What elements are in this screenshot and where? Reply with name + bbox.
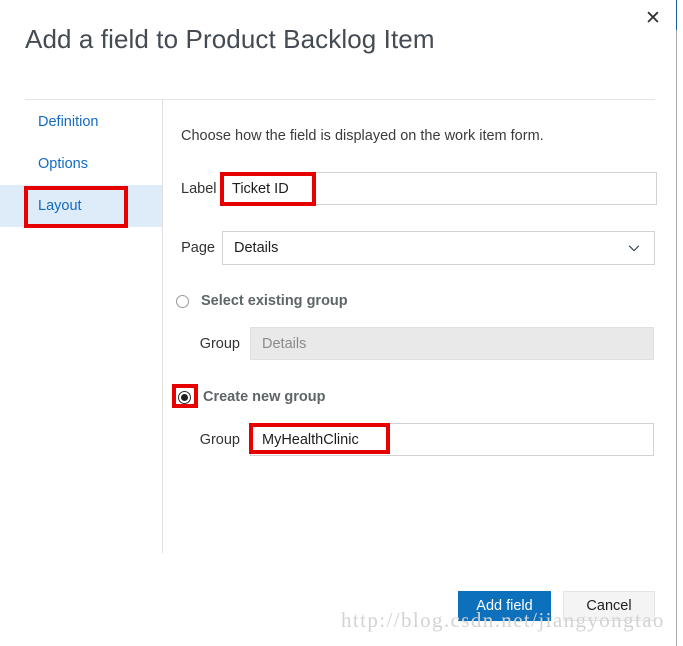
dialog-right-edge [676,0,677,646]
create-new-group-radio[interactable] [178,390,191,404]
sidebar-divider [162,100,163,553]
existing-group-label: Group [199,335,240,352]
sidebar-item-label: Layout [38,198,82,214]
close-icon[interactable]: ✕ [640,5,666,31]
sidebar-item-layout[interactable]: Layout [0,185,162,227]
select-existing-group-label: Select existing group [201,293,348,309]
label-field-label: Label [181,180,217,197]
new-group-field-row: Group MyHealthClinic [196,423,654,456]
label-field-row: Label Ticket ID [181,172,657,205]
sidebar-item-definition[interactable]: Definition [0,101,162,143]
panel-description: Choose how the field is displayed on the… [181,128,544,144]
page-field-label: Page [181,240,215,256]
new-group-label: Group [199,431,240,448]
select-existing-group-radio-row[interactable]: Select existing group [176,293,348,309]
sidebar-item-label: Options [38,156,88,172]
chevron-down-icon [628,245,640,252]
existing-group-input: Details [250,327,654,360]
create-new-group-radio-row[interactable]: Create new group [178,389,325,405]
page-title: Add a field to Product Backlog Item [25,24,435,54]
watermark: http://blog.csdn.net/jiangyongtao [341,608,665,632]
page-dropdown-value: Details [234,240,279,256]
new-group-input[interactable]: MyHealthClinic [250,423,654,456]
create-new-group-label: Create new group [203,389,326,405]
existing-group-field-row: Group Details [196,327,654,360]
sidebar-item-label: Definition [38,114,99,130]
page-dropdown[interactable]: Details [222,231,655,265]
sidebar: Definition Options Layout [0,101,162,227]
header-divider [25,99,655,100]
sidebar-item-options[interactable]: Options [0,143,162,185]
add-field-dialog: ✕ Add a field to Product Backlog Item De… [0,0,683,646]
dialog-right-edge-accent [676,0,677,30]
page-field-row: Page Details [181,231,655,265]
select-existing-group-radio[interactable] [176,294,189,308]
label-input[interactable]: Ticket ID [220,172,657,205]
